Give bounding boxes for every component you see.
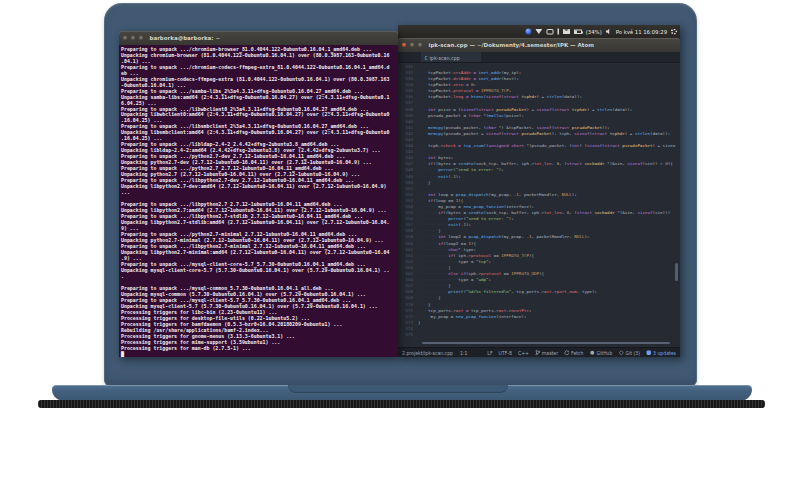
terminal-line: Unpacking mysql-client-core-5.7 (5.7.30-… xyxy=(121,267,398,273)
terminal-line: Preparing to unpack .../samba-libs_2%3a4… xyxy=(121,88,398,94)
terminal-line: Preparing to unpack .../chromium-codecs-… xyxy=(121,64,398,70)
laptop-base xyxy=(52,385,752,401)
atom-titlebar[interactable]: ipk-scan.cpp — ~/Dokumenty/4.semester/IP… xyxy=(398,38,680,52)
status-item-3-updates[interactable]: 3 updates xyxy=(646,350,676,356)
tab-ipk-scan[interactable]: C ipk-scan.cpp xyxy=(420,52,482,63)
volume-icon[interactable] xyxy=(606,29,612,35)
gear-icon[interactable] xyxy=(671,29,677,35)
battery-percent: (34%) xyxy=(586,29,602,35)
atom-window-title: ipk-scan.cpp — ~/Dokumenty/4.semester/IP… xyxy=(429,42,594,49)
terminal-line: Preparing to unpack .../libpython2.7-std… xyxy=(121,213,398,219)
status-item-c-[interactable]: C++ xyxy=(518,350,529,356)
status-cursor-position[interactable]: 1:1 xyxy=(460,350,467,356)
c-file-icon: C xyxy=(425,55,428,61)
trackpad-notch xyxy=(288,385,508,393)
terminal-line: Preparing to unpack .../python2.7-minima… xyxy=(121,231,398,237)
vertical-scrollbar[interactable] xyxy=(675,263,678,281)
terminal-line: Unpacking samba-libs:amd64 (2:4.3.11+dfs… xyxy=(121,94,398,100)
text-caret-icon xyxy=(557,29,559,35)
status-item-git-3-[interactable]: Git (3) xyxy=(618,350,640,356)
status-item-github[interactable]: GitHub xyxy=(590,350,613,356)
status-item-fetch[interactable]: Fetch xyxy=(564,350,583,356)
terminal-window: barborka@barborka: ~ Preparing to unpack… xyxy=(119,31,398,357)
atom-window: (34%) Po kvě 11 16:09:29 ipk-scan.cpp — … xyxy=(398,25,680,357)
maximize-icon[interactable] xyxy=(418,43,422,47)
status-file-path[interactable]: 2.projekt/ipk-scan.cpp xyxy=(402,350,453,356)
minimize-icon[interactable] xyxy=(410,43,414,47)
terminal-output[interactable]: Preparing to unpack .../chromium-browser… xyxy=(119,45,398,357)
terminal-line: Unpacking libpython2.7-stdlib:amd64 (2.7… xyxy=(121,219,398,225)
indicator-app-icon[interactable] xyxy=(525,29,531,35)
code-line: 575 xyxy=(398,331,680,337)
terminal-line: Unpacking chromium-codecs-ffmpeg-extra (… xyxy=(121,76,398,82)
laptop-rubber-foot xyxy=(38,400,765,408)
maximize-icon[interactable] xyxy=(139,36,143,40)
terminal-line: Unpacking libpython2.7-minimal:amd64 (2.… xyxy=(121,249,398,255)
mail-icon[interactable] xyxy=(563,29,570,34)
battery-icon[interactable] xyxy=(574,29,582,34)
close-icon[interactable] xyxy=(402,43,406,47)
terminal-line: Unpacking libsmbclient:amd64 (2:4.3.11+d… xyxy=(121,130,398,136)
terminal-line: Unpacking libpython2.7-dev:amd64 (2.7.12… xyxy=(121,183,398,189)
terminal-line: █ xyxy=(121,351,398,357)
status-item-utf-8[interactable]: UTF-8 xyxy=(499,350,512,356)
tab-bar: C ipk-scan.cpp xyxy=(398,52,680,63)
terminal-titlebar[interactable]: barborka@barborka: ~ xyxy=(119,31,398,45)
horizontal-scrollbar[interactable] xyxy=(422,342,670,344)
status-item-master[interactable]: master xyxy=(535,350,558,356)
clock[interactable]: Po kvě 11 16:09:29 xyxy=(616,29,667,35)
laptop-lid: (34%) Po kvě 11 16:09:29 ipk-scan.cpp — … xyxy=(104,3,697,386)
close-icon[interactable] xyxy=(123,36,127,40)
terminal-line: Unpacking libwbclient0:amd64 (2:4.3.11+d… xyxy=(121,112,398,118)
ubuntu-top-panel: (34%) Po kvě 11 16:09:29 xyxy=(398,25,680,38)
keyboard-layout-icon[interactable] xyxy=(546,29,553,35)
terminal-line: Unpacking libpython2.7:amd64 (2.7.12-1ub… xyxy=(121,207,398,213)
tab-label: ipk-scan.cpp xyxy=(430,55,460,61)
status-item-lf[interactable]: LF xyxy=(487,350,492,356)
wifi-icon[interactable] xyxy=(535,29,542,34)
status-bar: 2.projekt/ipk-scan.cpp 1:1 LF UTF-8 C++ mas… xyxy=(398,347,680,357)
terminal-line: Unpacking chromium-browser (81.0.4044.12… xyxy=(121,52,398,58)
code-editor[interactable]: 530····tcpPacket.urg_ptr = 0;531532····t… xyxy=(398,63,680,347)
terminal-title: barborka@barborka: ~ xyxy=(150,35,221,42)
minimize-icon[interactable] xyxy=(131,36,135,40)
